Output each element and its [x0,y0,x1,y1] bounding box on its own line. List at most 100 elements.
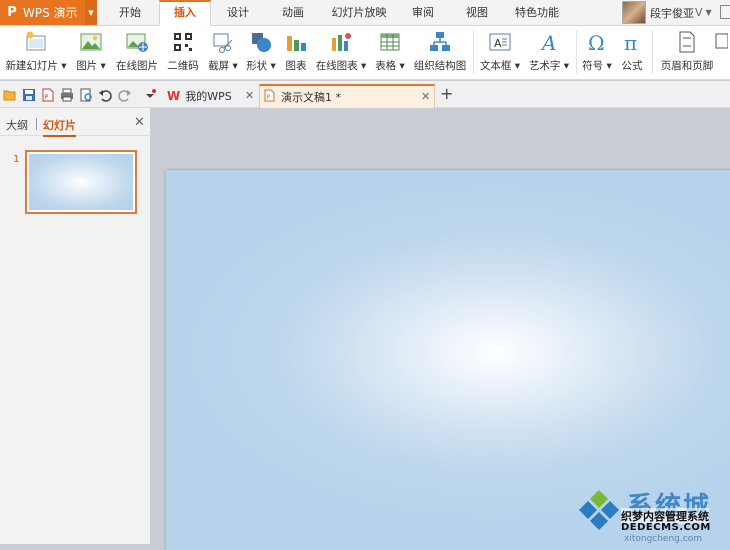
chevron-down-icon[interactable]: ▼ [706,8,712,17]
online-picture-label: 在线图片 [116,60,158,72]
doc-tab-my-wps[interactable]: W 我的WPS ✕ [163,84,259,108]
doc-tab-title: 演示文稿1 * [281,91,341,104]
open-folder-icon[interactable] [3,88,17,102]
online-chart-button[interactable]: 在线图表 ▾ [314,28,368,78]
redo-icon[interactable] [118,88,132,102]
online-chart-label: 在线图表 [315,60,358,72]
svg-text:P: P [267,94,271,101]
online-chart-icon [329,30,353,54]
qrcode-button[interactable]: 二维码 [166,28,200,78]
svg-text:A: A [540,31,556,54]
undo-icon[interactable] [98,88,112,102]
screenshot-label: 截屏 [208,60,230,72]
tab-animation[interactable]: 动画 [269,0,317,26]
shapes-label: 形状 [246,60,268,72]
save-icon[interactable] [22,88,36,102]
shapes-button[interactable]: 形状 ▾ [244,28,278,78]
new-slide-button[interactable]: 新建幻灯片 ▾ [4,28,68,78]
shapes-icon [249,30,273,54]
ribbon-more-button[interactable] [715,28,730,78]
org-chart-button[interactable]: 组织结构图 [413,28,467,78]
tab-home[interactable]: 开始 [106,0,154,26]
formula-icon: π [620,30,644,55]
online-picture-button[interactable]: 在线图片 [114,28,160,78]
close-icon[interactable]: ✕ [421,90,430,103]
symbol-button[interactable]: Ω 符号 ▾ [580,28,614,78]
document-icon [714,30,730,54]
print-icon[interactable] [60,88,74,102]
formula-label: 公式 [621,60,643,72]
header-footer-icon [675,30,699,54]
tab-view[interactable]: 视图 [453,0,501,26]
tab-review[interactable]: 审阅 [399,0,447,26]
window-control-icon[interactable] [720,5,730,19]
ribbon-divider [576,30,577,74]
insert-ribbon: 新建幻灯片 ▾ 图片 ▾ 在线图片 二维码 截屏 ▾ 形状 ▾ 图表 在线图表 … [0,26,730,80]
qrcode-label: 二维码 [167,60,199,72]
symbol-icon: Ω [585,30,609,55]
slide-number: 1 [13,154,20,165]
wordart-icon: A [537,30,561,55]
chevron-down-icon[interactable]: ▼ [85,0,97,25]
tab-design[interactable]: 设计 [214,0,262,26]
doc-tab-title: 我的WPS [185,90,232,103]
wordart-button[interactable]: A 艺术字 ▾ [527,28,571,78]
close-icon[interactable]: ✕ [134,115,145,130]
screenshot-icon [211,30,235,54]
close-icon[interactable]: ✕ [245,89,254,102]
tab-outline[interactable]: 大纲 [6,117,28,133]
site-watermark: 系统城 织梦内容管理系统 DEDECMS.COM xitongcheng.com [577,486,730,544]
header-footer-button[interactable]: 页眉和页脚 [657,28,717,78]
export-pdf-icon[interactable]: P [41,88,55,102]
online-picture-icon [125,30,149,54]
menu-tab-bar: P WPS 演示 ▼ 开始 插入 设计 动画 幻灯片放映 审阅 视图 特色功能 … [0,0,730,26]
slide-thumbnail-preview [29,154,133,210]
wps-logo-icon: W [167,89,181,103]
svg-text:P: P [45,94,49,101]
doc-tab-presentation[interactable]: P 演示文稿1 * ✕ [259,84,435,108]
slides-panel: 大纲 幻灯片 ✕ 1 [0,108,151,544]
tab-divider [36,118,37,130]
watermark-url: xitongcheng.com [624,534,702,544]
customize-toolbar-icon[interactable] [143,88,157,102]
app-menu-button[interactable]: P WPS 演示 ▼ [0,0,97,25]
chart-icon [284,30,308,54]
textbox-label: 文本框 [479,60,512,72]
svg-text:π: π [624,31,637,54]
picture-button[interactable]: 图片 ▾ [74,28,108,78]
presentation-file-icon: P [264,89,275,105]
panel-tabs: 大纲 幻灯片 ✕ [0,108,151,137]
symbol-label: 符号 [582,60,604,72]
screenshot-button[interactable]: 截屏 ▾ [206,28,240,78]
watermark-en-text: DEDECMS.COM [621,522,711,533]
qrcode-icon [171,30,195,54]
new-tab-plus-icon[interactable]: + [440,86,453,102]
app-name: WPS 演示 [23,6,78,20]
tab-slideshow[interactable]: 幻灯片放映 [323,0,395,26]
slide-thumbnail[interactable] [25,150,137,214]
wps-logo-icon: P [7,5,17,20]
new-slide-label: 新建幻灯片 [5,60,58,72]
quick-access-bar: P W 我的WPS ✕ P 演示文稿1 * ✕ + [0,81,730,108]
tab-slides[interactable]: 幻灯片 [43,117,76,137]
chart-button[interactable]: 图表 [282,28,310,78]
vip-badge: V [695,6,703,19]
avatar[interactable] [622,1,646,24]
wps-presentation-window: P WPS 演示 ▼ 开始 插入 设计 动画 幻灯片放映 审阅 视图 特色功能 … [0,0,730,550]
wordart-label: 艺术字 [528,60,561,72]
org-chart-icon [428,30,452,54]
user-name: 段宇俊亚 [650,6,694,20]
table-icon [378,30,402,54]
tab-special-features[interactable]: 特色功能 [505,0,569,26]
watermark-logo-icon [579,490,619,530]
table-label: 表格 [375,60,397,72]
tab-insert[interactable]: 插入 [159,0,211,26]
picture-label: 图片 [76,60,98,72]
print-preview-icon[interactable] [79,88,93,102]
textbox-button[interactable]: A 文本框 ▾ [478,28,522,78]
ribbon-divider [652,30,653,74]
table-button[interactable]: 表格 ▾ [373,28,407,78]
formula-button[interactable]: π 公式 [617,28,647,78]
user-account[interactable]: 段宇俊亚 V ▼ [622,0,712,25]
chart-label: 图表 [285,60,307,72]
